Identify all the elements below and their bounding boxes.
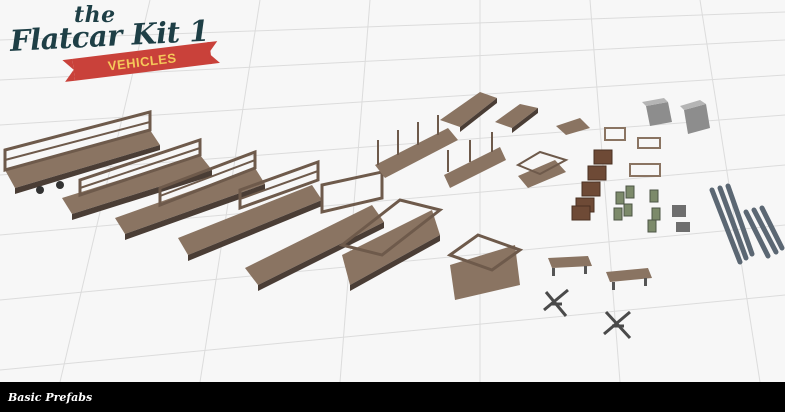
bench-1 [548, 256, 592, 276]
metal-box-2 [680, 100, 710, 134]
barrel-group [613, 185, 661, 233]
bench-2 [606, 268, 652, 290]
flatcar-plain-2 [495, 104, 538, 133]
bogie-2 [603, 310, 632, 340]
ribbon-label: VEHICLES [106, 49, 178, 74]
flatcar-stake-box-7 [446, 233, 524, 300]
flatcar-plain-1 [440, 92, 497, 132]
barrel-cart [672, 205, 690, 232]
scene-viewport: the Flatcar Kit 1 VEHICLES [0, 0, 785, 382]
small-rack-parts [604, 127, 661, 177]
bogie-1 [543, 288, 569, 317]
metal-box-1 [642, 98, 672, 126]
flatcar-rack-small [515, 150, 569, 188]
flatcar-poles-1 [375, 115, 458, 178]
pipe-bundle-1 [709, 183, 755, 265]
footer-caption: Basic Prefabs [8, 390, 93, 404]
footer-bar: Basic Prefabs [0, 382, 785, 412]
